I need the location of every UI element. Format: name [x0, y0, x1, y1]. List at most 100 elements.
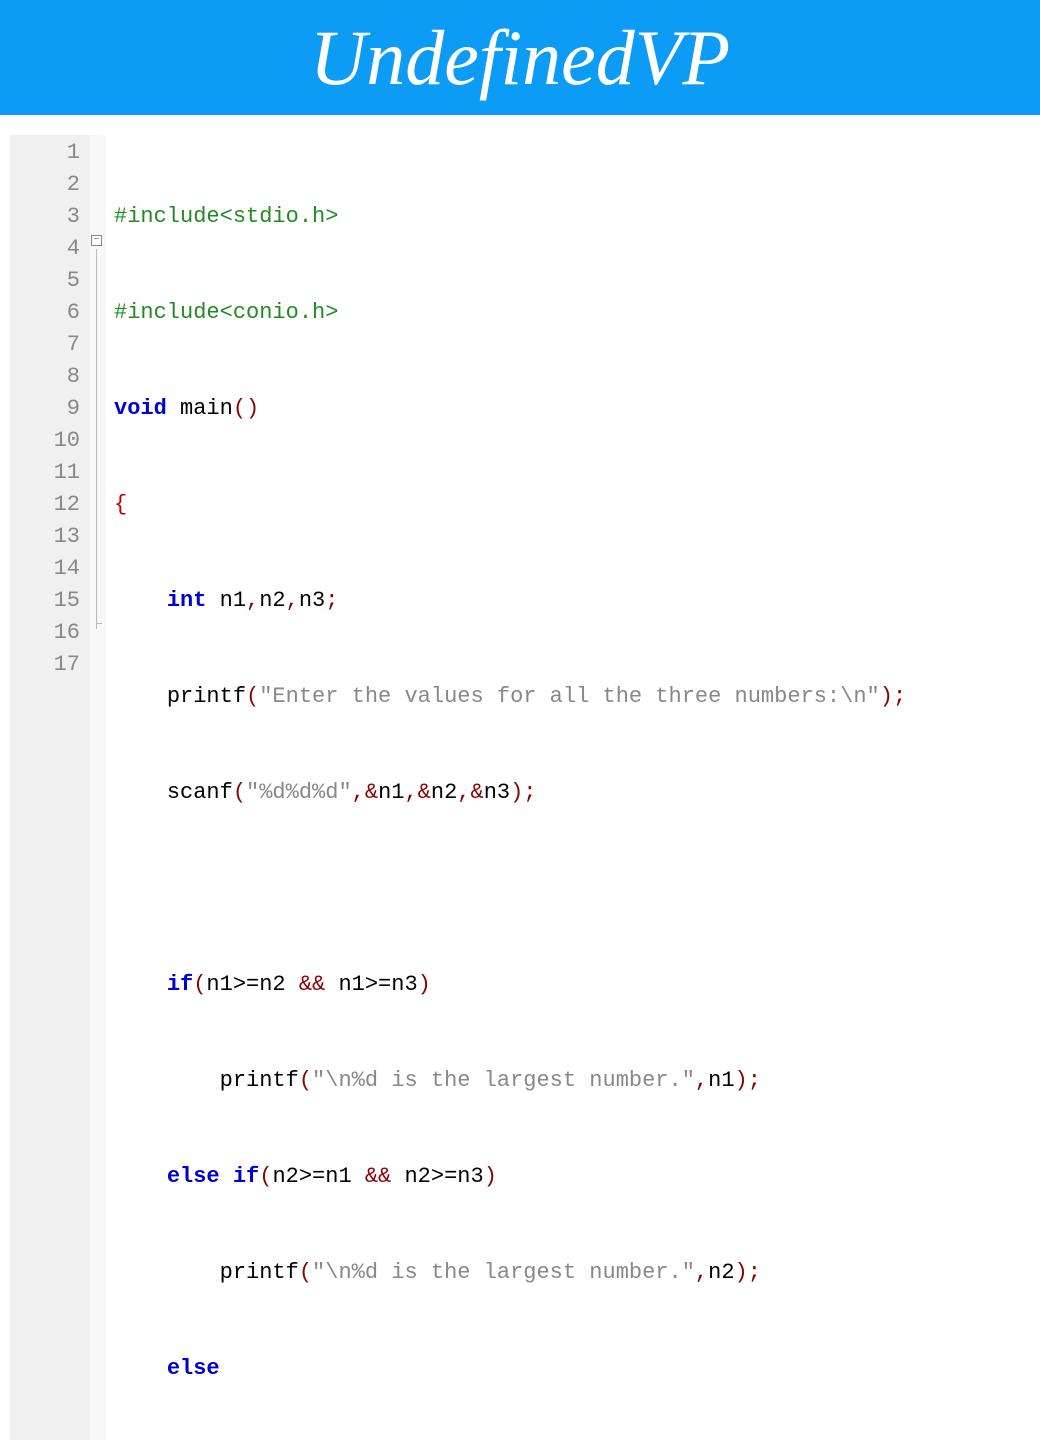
line-number: 6: [40, 297, 80, 329]
operator: &&: [299, 972, 325, 997]
text: [352, 1164, 365, 1189]
identifier: n1: [325, 1164, 351, 1189]
operator: &: [365, 780, 378, 805]
identifier: n3: [484, 780, 510, 805]
comma: ,: [246, 588, 259, 613]
code-line[interactable]: int n1,n2,n3;: [114, 585, 906, 617]
comma: ,: [286, 588, 299, 613]
identifier: [206, 588, 219, 613]
semicolon: ;: [893, 684, 906, 709]
keyword: int: [167, 588, 207, 613]
fold-guide-line: [96, 249, 97, 629]
code-line[interactable]: printf("Enter the values for all the thr…: [114, 681, 906, 713]
fold-guide-end: [96, 623, 102, 624]
paren: (: [233, 396, 246, 421]
function-call: printf: [167, 684, 246, 709]
code-content[interactable]: #include<stdio.h> #include<conio.h> void…: [106, 135, 914, 1440]
identifier: n3: [457, 1164, 483, 1189]
comma: ,: [352, 780, 365, 805]
identifier: n2: [259, 972, 285, 997]
line-number: 4: [40, 233, 80, 265]
function-call: printf: [220, 1068, 299, 1093]
line-number: 16: [40, 617, 80, 649]
code-line[interactable]: [114, 873, 906, 905]
operator: &: [418, 780, 431, 805]
brace: {: [114, 492, 127, 517]
identifier: n3: [391, 972, 417, 997]
code-line[interactable]: #include<stdio.h>: [114, 201, 906, 233]
semicolon: ;: [748, 1068, 761, 1093]
line-number: 8: [40, 361, 80, 393]
string-literal: "\n%d is the largest number.": [312, 1068, 695, 1093]
line-number: 14: [40, 553, 80, 585]
identifier: n1: [338, 972, 364, 997]
code-line[interactable]: printf("\n%d is the largest number.",n1)…: [114, 1065, 906, 1097]
paren: ): [418, 972, 431, 997]
comma: ,: [695, 1068, 708, 1093]
line-number: 15: [40, 585, 80, 617]
paren: (: [233, 780, 246, 805]
paren: (: [259, 1164, 272, 1189]
semicolon: ;: [325, 588, 338, 613]
code-line[interactable]: else if(n2>=n1 && n2>=n3): [114, 1161, 906, 1193]
identifier: n2: [259, 588, 285, 613]
semicolon: ;: [523, 780, 536, 805]
function-call: printf: [220, 1260, 299, 1285]
paren: ): [880, 684, 893, 709]
text: [325, 972, 338, 997]
code-line[interactable]: {: [114, 489, 906, 521]
code-line[interactable]: else: [114, 1353, 906, 1385]
code-editor[interactable]: 1 2 3 4 5 6 7 8 9 10 11 12 13 14 15 16 1…: [10, 135, 1030, 1440]
identifier: [167, 396, 180, 421]
comma: ,: [695, 1260, 708, 1285]
string-literal: "Enter the values for all the three numb…: [259, 684, 880, 709]
fold-gutter[interactable]: −: [90, 135, 106, 1440]
identifier: n2: [431, 780, 457, 805]
line-number: 10: [40, 425, 80, 457]
function-name: main: [180, 396, 233, 421]
paren: ): [484, 1164, 497, 1189]
operator: &: [470, 780, 483, 805]
identifier: n1: [220, 588, 246, 613]
code-line[interactable]: void main(): [114, 393, 906, 425]
paren: ): [735, 1068, 748, 1093]
identifier: n2: [708, 1260, 734, 1285]
fold-toggle-icon[interactable]: −: [91, 235, 102, 246]
paren: ): [246, 396, 259, 421]
identifier: n1: [708, 1068, 734, 1093]
paren: (: [299, 1260, 312, 1285]
line-number: 7: [40, 329, 80, 361]
keyword: else if: [167, 1164, 259, 1189]
code-line[interactable]: printf("\n%d is the largest number.",n2)…: [114, 1257, 906, 1289]
line-number: 9: [40, 393, 80, 425]
identifier: n1: [378, 780, 404, 805]
keyword: void: [114, 396, 167, 421]
comma: ,: [404, 780, 417, 805]
header-banner: UndefinedVP: [0, 0, 1040, 115]
code-line[interactable]: scanf("%d%d%d",&n1,&n2,&n3);: [114, 777, 906, 809]
line-number: 5: [40, 265, 80, 297]
string-literal: "%d%d%d": [246, 780, 352, 805]
identifier: n2: [404, 1164, 430, 1189]
operator: >=: [365, 972, 391, 997]
code-line[interactable]: #include<conio.h>: [114, 297, 906, 329]
code-line[interactable]: if(n1>=n2 && n1>=n3): [114, 969, 906, 1001]
comma: ,: [457, 780, 470, 805]
code-editor-container: 1 2 3 4 5 6 7 8 9 10 11 12 13 14 15 16 1…: [0, 135, 1040, 1440]
keyword: if: [167, 972, 193, 997]
keyword: else: [167, 1356, 220, 1381]
identifier: n1: [206, 972, 232, 997]
paren: ): [735, 1260, 748, 1285]
semicolon: ;: [748, 1260, 761, 1285]
paren: (: [246, 684, 259, 709]
paren: (: [193, 972, 206, 997]
string-literal: "\n%d is the largest number.": [312, 1260, 695, 1285]
text: [391, 1164, 404, 1189]
operator: >=: [299, 1164, 325, 1189]
line-number: 11: [40, 457, 80, 489]
line-number: 13: [40, 521, 80, 553]
line-number: 1: [40, 137, 80, 169]
header-title: UndefinedVP: [310, 13, 730, 103]
operator: >=: [431, 1164, 457, 1189]
paren: ): [510, 780, 523, 805]
